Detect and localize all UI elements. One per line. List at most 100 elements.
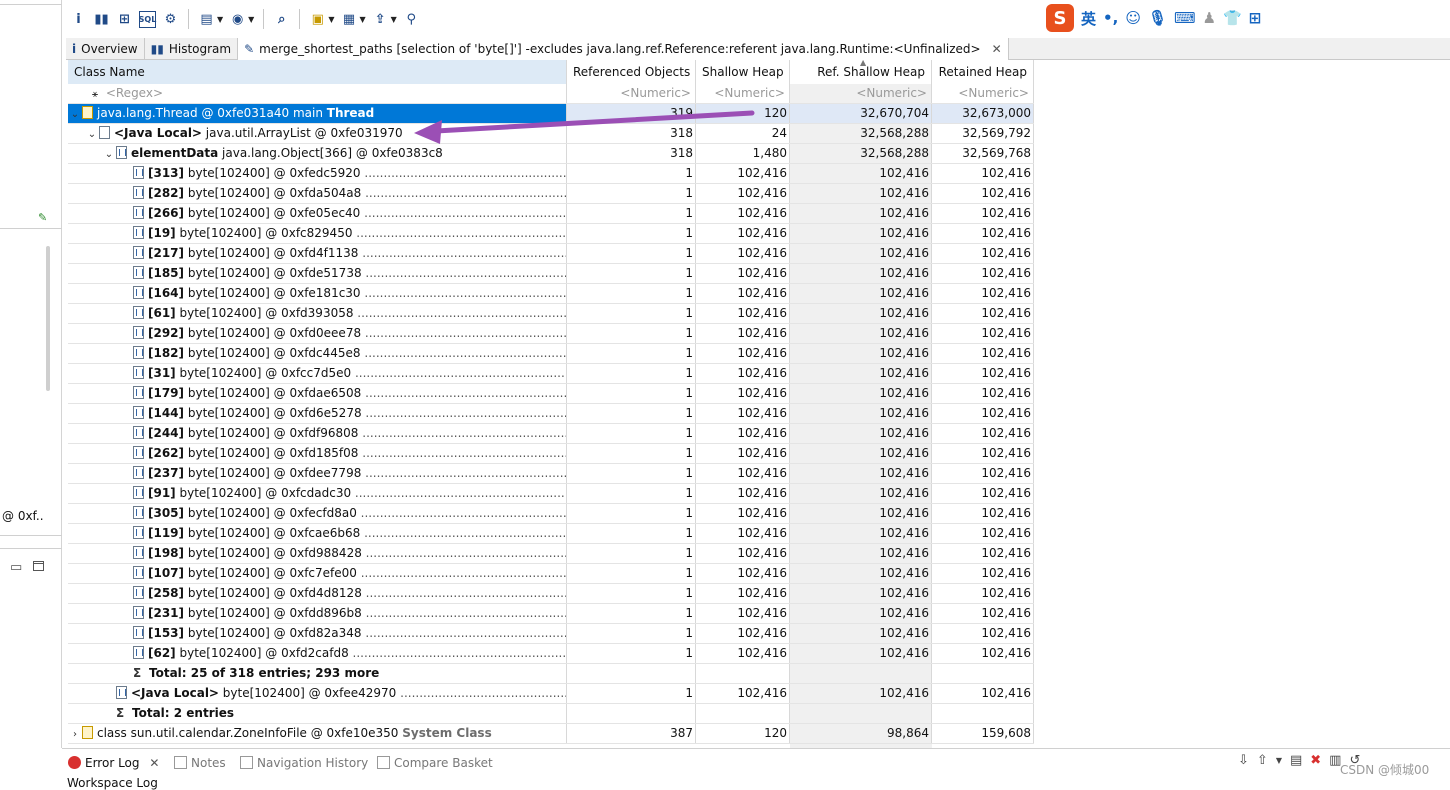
table-row[interactable]: [179] byte[102400] @ 0xfdae6508 ........… [68, 384, 1034, 404]
table-row[interactable]: [119] byte[102400] @ 0xfcae6b68 ........… [68, 524, 1034, 544]
array-object-icon [133, 606, 144, 619]
retained-heap-cell: 102,416 [932, 464, 1034, 483]
close-icon[interactable]: ✕ [992, 39, 1002, 60]
table-row[interactable]: Σ Total: 25 of 318 entries; 293 more [68, 664, 1034, 684]
ime-punct-toggle[interactable]: •, [1103, 9, 1118, 27]
gear-icon[interactable]: ⚙ [162, 11, 179, 28]
table-row[interactable]: [61] byte[102400] @ 0xfd393058 .........… [68, 304, 1034, 324]
tab-histogram[interactable]: ▮▮ Histogram [145, 38, 239, 60]
ime-logo-icon[interactable]: S [1046, 4, 1074, 32]
ime-mode-toggle[interactable]: 英 [1081, 8, 1096, 29]
minimize-icon[interactable]: ▭ [10, 560, 22, 575]
table-row[interactable]: [144] byte[102400] @ 0xfd6e5278 ........… [68, 404, 1034, 424]
table-row[interactable]: [185] byte[102400] @ 0xfde51738 ........… [68, 264, 1034, 284]
info-icon[interactable]: i [70, 11, 87, 28]
table-row[interactable]: [262] byte[102400] @ 0xfd185f08 ........… [68, 444, 1034, 464]
histogram-icon[interactable]: ▮▮ [93, 11, 110, 28]
group-icon[interactable]: ▣ [309, 11, 326, 28]
emoji-icon[interactable]: ☺ [1125, 9, 1141, 27]
collapse-chevron-icon[interactable]: ⌄ [85, 125, 99, 143]
shallow-heap-cell: 102,416 [696, 224, 790, 243]
column-header-retained-heap[interactable]: Retained Heap [932, 60, 1034, 84]
table-row[interactable]: ⌄ elementData java.lang.Object[366] @ 0xf… [68, 144, 1034, 164]
regex-filter-input[interactable]: <Regex> [106, 86, 163, 100]
chevron-down-icon[interactable]: ▼ [217, 15, 223, 24]
chevron-down-icon[interactable]: ▼ [359, 15, 365, 24]
table-row[interactable]: [266] byte[102400] @ 0xfe05ec40 ........… [68, 204, 1034, 224]
table-row[interactable]: [107] byte[102400] @ 0xfc7efe00 ........… [68, 564, 1034, 584]
retained-heap-cell: 102,416 [932, 444, 1034, 463]
delete-log-icon[interactable]: ✖ [1310, 753, 1321, 768]
tab-merge-shortest-paths[interactable]: ✎ merge_shortest_paths [selection of 'by… [238, 38, 1009, 61]
search-icon[interactable]: ⌕ [273, 11, 290, 28]
table-row[interactable]: [237] byte[102400] @ 0xfdee7798 ........… [68, 464, 1034, 484]
close-icon[interactable]: ✕ [149, 756, 159, 770]
chevron-down-icon[interactable]: ▼ [328, 15, 334, 24]
table-row[interactable]: ⌄ <Java Local> java.util.ArrayList @ 0xfe… [68, 124, 1034, 144]
left-panel-scrollbar[interactable] [46, 246, 50, 391]
table-row[interactable]: [282] byte[102400] @ 0xfda504a8 ........… [68, 184, 1034, 204]
import-log-icon[interactable]: ⇧ [1257, 753, 1268, 768]
query-browser-icon[interactable]: ◉ [229, 11, 246, 28]
tab-notes[interactable]: Notes [174, 755, 226, 773]
chevron-down-icon[interactable]: ▼ [391, 15, 397, 24]
table-row[interactable]: [91] byte[102400] @ 0xfcdadc30 .........… [68, 484, 1034, 504]
array-object-icon [133, 406, 144, 419]
table-row[interactable]: [19] byte[102400] @ 0xfc829450 .........… [68, 224, 1034, 244]
expand-chevron-icon[interactable]: › [68, 725, 82, 743]
numeric-filter-input[interactable]: <Numeric> [790, 84, 932, 103]
user-icon[interactable]: ♟ [1203, 9, 1216, 27]
table-row[interactable]: [217] byte[102400] @ 0xfd4f1138 ........… [68, 244, 1034, 264]
column-header-class-name[interactable]: Class Name [68, 60, 567, 84]
collapse-chevron-icon[interactable]: ⌄ [102, 145, 116, 163]
table-row[interactable]: [244] byte[102400] @ 0xfdf96808 ........… [68, 424, 1034, 444]
calculate-icon[interactable]: ▦ [340, 11, 357, 28]
tab-error-log[interactable]: Error Log ✕ [68, 755, 159, 773]
numeric-filter-input[interactable]: <Numeric> [696, 84, 790, 103]
grid-icon[interactable]: ⊞ [1249, 9, 1262, 27]
tab-compare-basket[interactable]: Compare Basket [377, 755, 493, 773]
collapse-chevron-icon[interactable]: ⌄ [68, 105, 82, 123]
chevron-down-icon[interactable]: ▼ [248, 15, 254, 24]
array-object-icon [133, 626, 144, 639]
table-row[interactable]: ⌄ java.lang.Thread @ 0xfe031a40 main Thre… [68, 104, 1034, 124]
table-row[interactable]: [292] byte[102400] @ 0xfd0eee78 ........… [68, 324, 1034, 344]
pin-tool-icon[interactable]: ⚲ [403, 11, 420, 28]
table-row[interactable]: [231] byte[102400] @ 0xfdd896b8 ........… [68, 604, 1034, 624]
table-row[interactable]: [313] byte[102400] @ 0xfedc5920 ........… [68, 164, 1034, 184]
sort-indicator-icon: ▲ [860, 60, 867, 67]
table-row[interactable]: [258] byte[102400] @ 0xfd4d8128 ........… [68, 584, 1034, 604]
run-report-icon[interactable]: ▤ [198, 11, 215, 28]
table-row[interactable]: [305] byte[102400] @ 0xfecfd8a0 ........… [68, 504, 1034, 524]
skin-icon[interactable]: 👕 [1223, 9, 1242, 27]
column-header-shallow-heap[interactable]: Shallow Heap [696, 60, 790, 84]
table-row[interactable]: [153] byte[102400] @ 0xfd82a348 ........… [68, 624, 1034, 644]
numeric-filter-input[interactable]: <Numeric> [932, 84, 1034, 103]
referenced-objects-cell: 1 [567, 264, 696, 283]
mic-icon[interactable]: 🎙 [1148, 9, 1167, 27]
export-icon[interactable]: ⇪ [372, 11, 389, 28]
retained-heap-cell: 102,416 [932, 604, 1034, 623]
table-row[interactable]: [62] byte[102400] @ 0xfd2cafd8 .........… [68, 644, 1034, 664]
export-log-icon[interactable]: ⇩ [1238, 753, 1249, 768]
pin-icon[interactable]: ✎ [38, 211, 47, 224]
tab-overview[interactable]: i Overview [66, 38, 145, 60]
table-row[interactable]: <Java Local> byte[102400] @ 0xfee42970 .… [68, 684, 1034, 704]
chevron-down-icon[interactable]: ▼ [1276, 756, 1282, 765]
table-row[interactable]: [31] byte[102400] @ 0xfcc7d5e0 .........… [68, 364, 1034, 384]
tab-navigation-history[interactable]: Navigation History [240, 755, 368, 773]
table-row[interactable]: Σ Total: 2 entries [68, 704, 1034, 724]
maximize-icon[interactable] [33, 561, 44, 571]
dominator-tree-icon[interactable]: ⊞ [116, 11, 133, 28]
array-object-icon [133, 466, 144, 479]
column-header-referenced-objects[interactable]: Referenced Objects [567, 60, 696, 84]
numeric-filter-input[interactable]: <Numeric> [567, 84, 696, 103]
table-row[interactable]: › class sun.util.calendar.ZoneInfoFile @ … [68, 724, 1034, 744]
oql-icon[interactable]: SQL [139, 10, 156, 28]
table-row[interactable]: [182] byte[102400] @ 0xfdc445e8 ........… [68, 344, 1034, 364]
clear-log-icon[interactable]: ▤ [1290, 753, 1302, 768]
table-row[interactable]: [198] byte[102400] @ 0xfd988428 ........… [68, 544, 1034, 564]
ref-shallow-heap-cell: 102,416 [790, 364, 932, 383]
table-row[interactable]: [164] byte[102400] @ 0xfe181c30 ........… [68, 284, 1034, 304]
keyboard-icon[interactable]: ⌨ [1174, 9, 1196, 27]
